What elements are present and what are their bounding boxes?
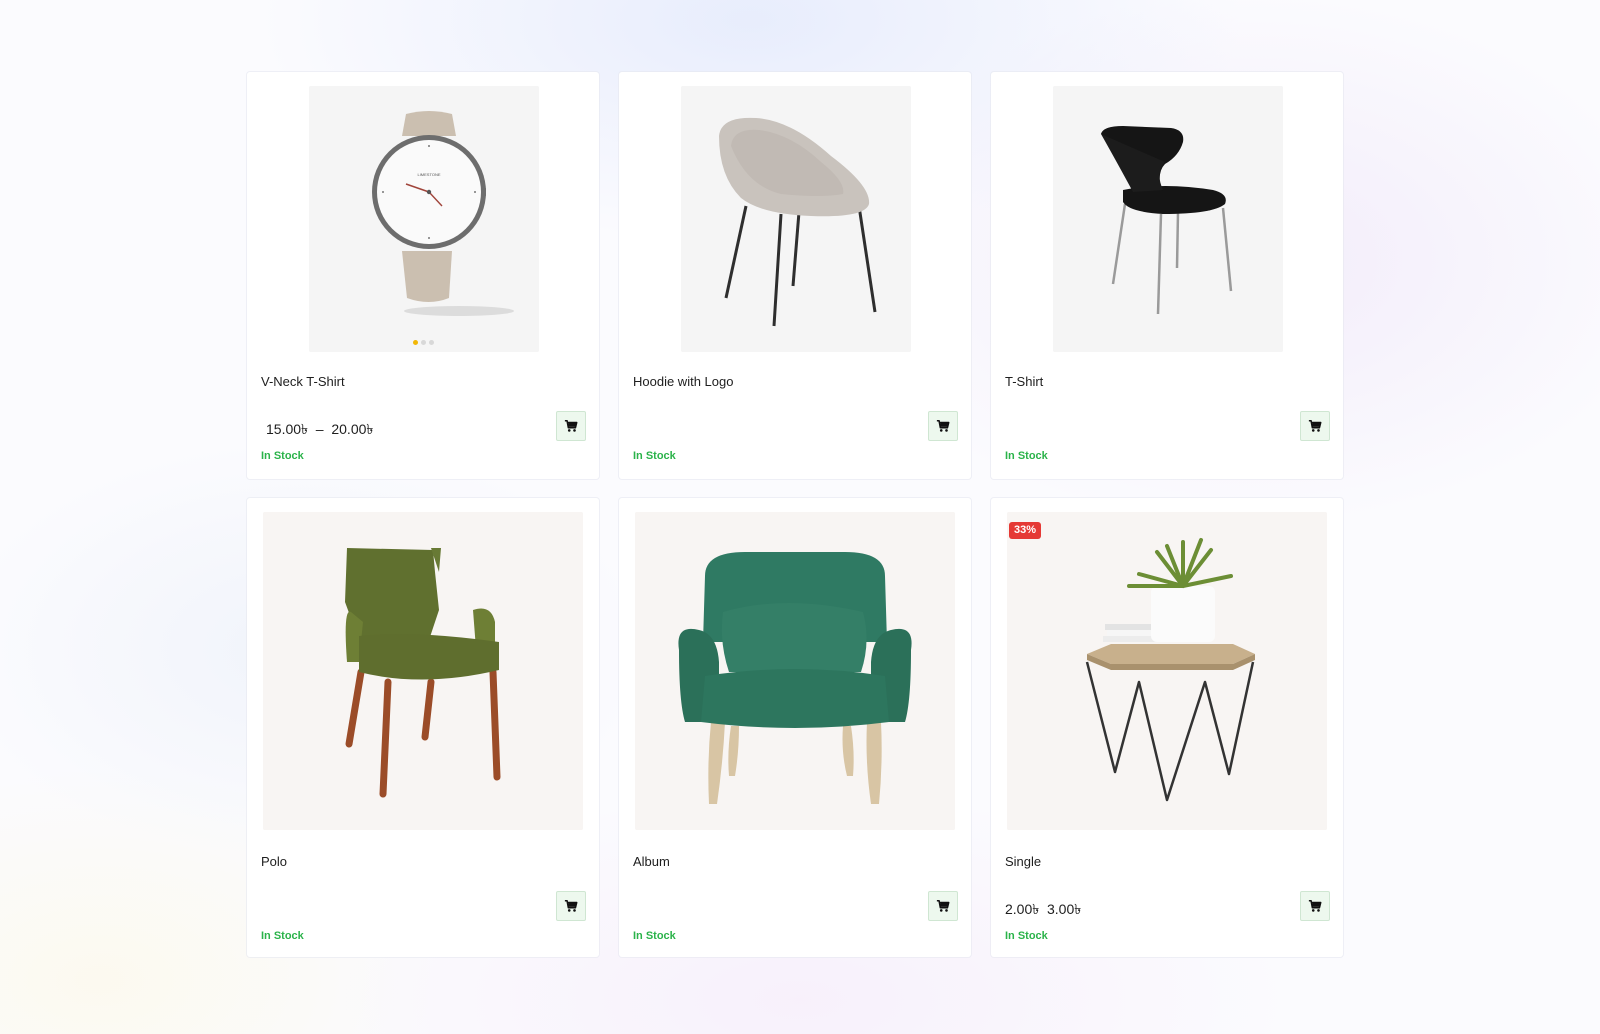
svg-text:LIMESTONE: LIMESTONE xyxy=(417,172,440,177)
olive-armchair-image xyxy=(263,512,583,830)
stock-status: In Stock xyxy=(1005,930,1048,942)
product-title[interactable]: Polo xyxy=(261,854,287,869)
product-title[interactable]: V-Neck T-Shirt xyxy=(261,374,345,389)
carousel-dot-3[interactable] xyxy=(429,340,434,345)
cart-icon xyxy=(936,899,950,912)
carousel-dot-1[interactable] xyxy=(413,340,418,345)
product-price: 15.00৳ – 20.00৳ xyxy=(266,421,374,437)
product-card[interactable]: Hoodie with Logo In Stock xyxy=(619,72,971,479)
cart-icon xyxy=(936,419,950,432)
stock-status: In Stock xyxy=(633,450,676,462)
cart-icon xyxy=(564,899,578,912)
product-card[interactable]: T-Shirt In Stock xyxy=(991,72,1343,479)
cart-icon xyxy=(564,419,578,432)
product-title[interactable]: T-Shirt xyxy=(1005,374,1043,389)
grey-shell-chair-image xyxy=(681,86,911,352)
product-title[interactable]: Album xyxy=(633,854,670,869)
side-table-plant-image xyxy=(1007,512,1327,830)
stock-status: In Stock xyxy=(261,450,304,462)
stock-status: In Stock xyxy=(261,930,304,942)
product-card[interactable]: 33% Single 2.00৳ 3.00৳ In Stock xyxy=(991,498,1343,957)
product-image-watch[interactable]: LIMESTONE xyxy=(309,86,539,352)
carousel-dot-2[interactable] xyxy=(421,340,426,345)
cart-icon xyxy=(1308,899,1322,912)
add-to-cart-button[interactable] xyxy=(556,411,586,441)
product-price: 2.00৳ 3.00৳ xyxy=(1005,901,1082,917)
add-to-cart-button[interactable] xyxy=(1300,411,1330,441)
product-card[interactable]: Polo In Stock xyxy=(247,498,599,957)
watch-image: LIMESTONE xyxy=(309,86,539,352)
product-title[interactable]: Hoodie with Logo xyxy=(633,374,733,389)
product-card[interactable]: Album In Stock xyxy=(619,498,971,957)
product-image-green-armchair[interactable] xyxy=(635,512,955,830)
add-to-cart-button[interactable] xyxy=(1300,891,1330,921)
carousel-dots xyxy=(413,340,434,345)
product-grid: LIMESTONE V-Neck T-Shirt 15.00৳ – 20.00৳ xyxy=(0,0,1600,1034)
product-image-shell-chair[interactable] xyxy=(681,86,911,352)
stock-status: In Stock xyxy=(633,930,676,942)
product-image-side-table[interactable]: 33% xyxy=(1007,512,1327,830)
product-card[interactable]: LIMESTONE V-Neck T-Shirt 15.00৳ – 20.00৳ xyxy=(247,72,599,479)
product-image-black-chair[interactable] xyxy=(1053,86,1283,352)
cart-icon xyxy=(1308,419,1322,432)
add-to-cart-button[interactable] xyxy=(928,891,958,921)
discount-badge: 33% xyxy=(1009,522,1042,539)
green-armchair-image xyxy=(635,512,955,830)
add-to-cart-button[interactable] xyxy=(928,411,958,441)
stock-status: In Stock xyxy=(1005,450,1048,462)
black-chair-image xyxy=(1053,86,1283,352)
product-title[interactable]: Single xyxy=(1005,854,1041,869)
add-to-cart-button[interactable] xyxy=(556,891,586,921)
product-image-olive-armchair[interactable] xyxy=(263,512,583,830)
